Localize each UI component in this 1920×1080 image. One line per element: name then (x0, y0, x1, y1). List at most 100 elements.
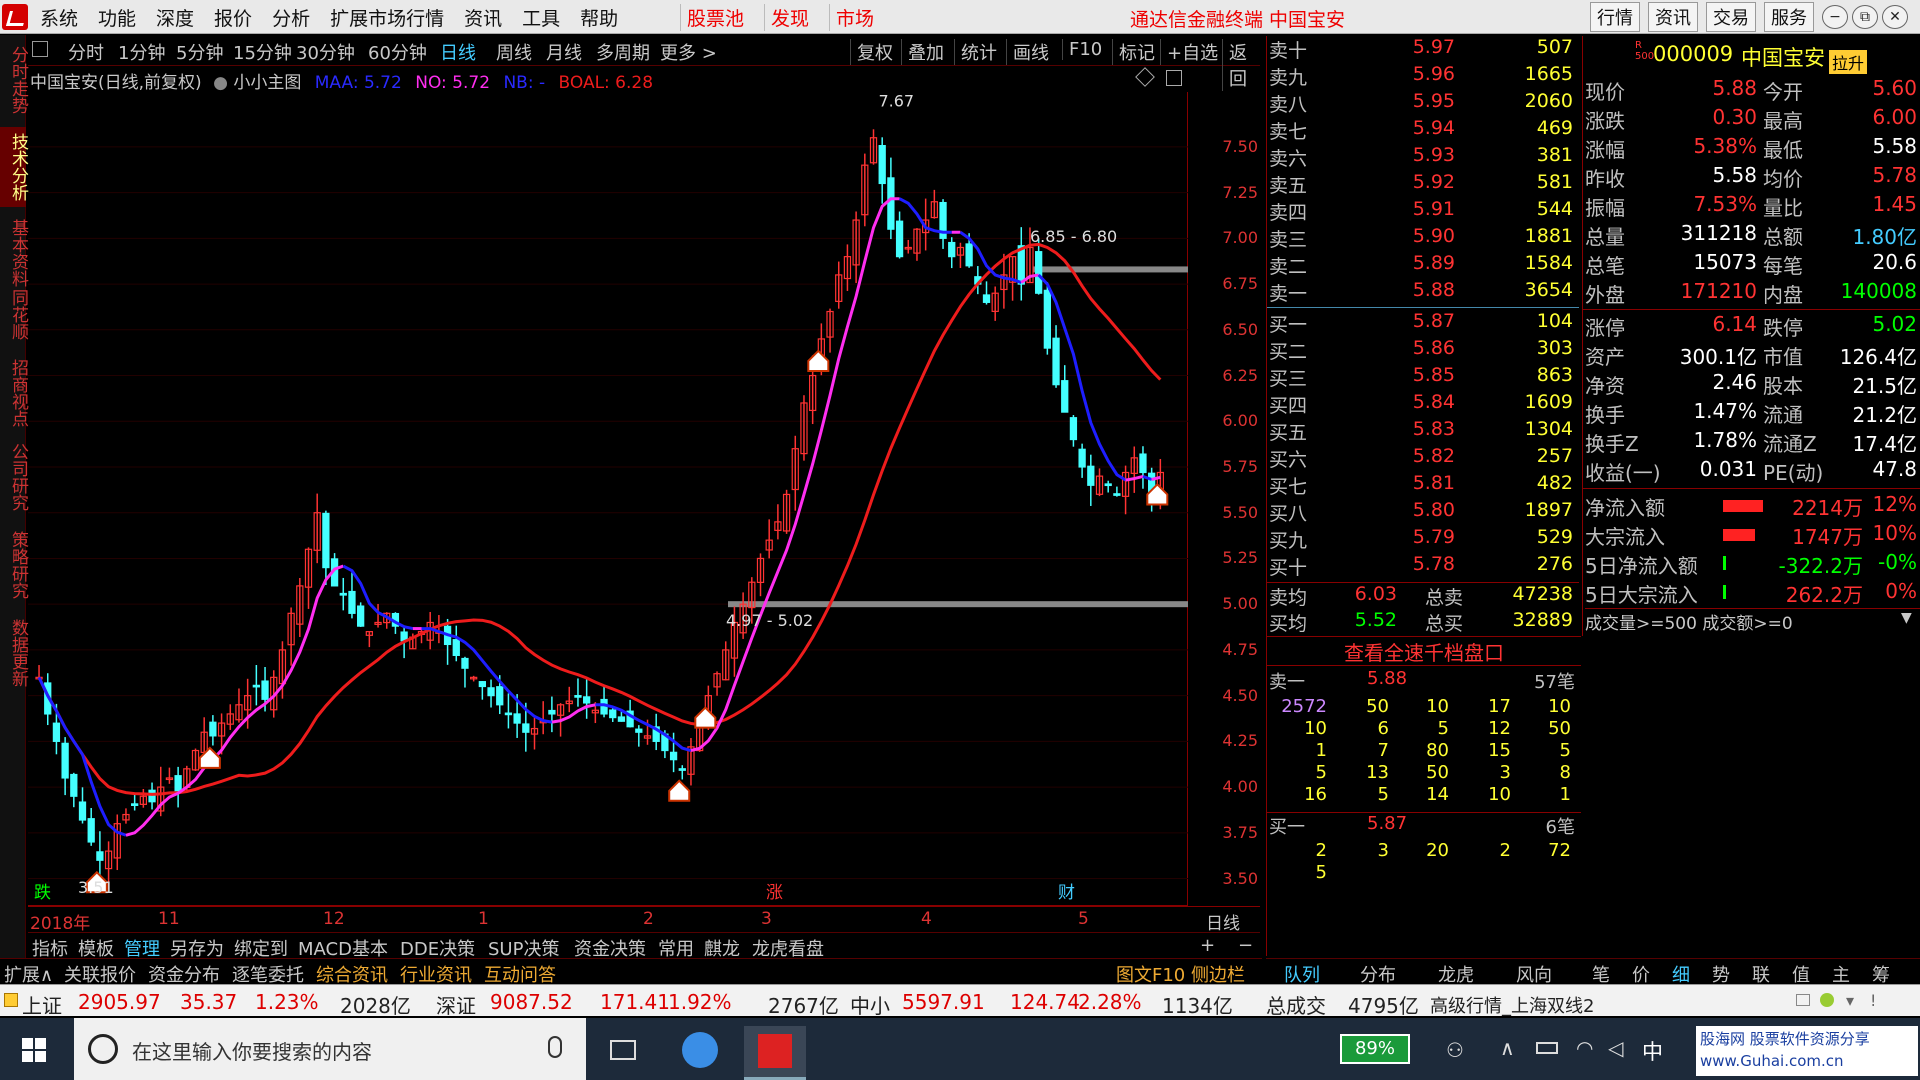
menu-item-6[interactable]: 资讯 (464, 4, 502, 31)
menu-right-0[interactable]: 行情 (1590, 2, 1640, 32)
battery-tray-icon[interactable] (1536, 1042, 1558, 1054)
bid-row-6[interactable]: 买七 5.81 482 (1267, 472, 1579, 499)
wifi-icon[interactable]: ◠ (1576, 1036, 1593, 1060)
taskbar-search[interactable]: 在这里输入你要搜索的内容 (74, 1018, 586, 1080)
sidebar-tab-timeshare[interactable]: 分时走势 (0, 39, 28, 121)
period-tab-2[interactable]: 5分钟 (176, 39, 223, 65)
ask-row-3[interactable]: 卖七 5.94 469 (1267, 117, 1579, 144)
index-menu-icon[interactable] (4, 993, 18, 1007)
bid-row-4[interactable]: 买五 5.83 1304 (1267, 418, 1579, 445)
chart-tool-4[interactable]: F10 (1062, 39, 1102, 60)
chart-tool-7[interactable]: 返回 (1222, 39, 1260, 91)
menu-item-2[interactable]: 深度 (156, 4, 194, 31)
ask-row-7[interactable]: 卖三 5.90 1881 (1267, 225, 1579, 252)
bid-row-3[interactable]: 买四 5.84 1609 (1267, 391, 1579, 418)
ime-indicator[interactable]: 中 (1642, 1036, 1663, 1066)
bid-row-9[interactable]: 买十 5.78 276 (1267, 553, 1579, 580)
menu-right-2[interactable]: 交易 (1706, 2, 1756, 32)
period-tab-3[interactable]: 15分钟 (233, 39, 292, 65)
panel-toggle-icon[interactable] (32, 41, 48, 57)
menu-highlight-1[interactable]: 发现 (764, 3, 815, 31)
ask-row-6[interactable]: 卖四 5.91 544 (1267, 198, 1579, 225)
menu-item-0[interactable]: 系统 (40, 4, 78, 31)
sidebar-tab-update[interactable]: 数据更新 (0, 613, 28, 693)
status-icon[interactable] (1820, 993, 1834, 1007)
volume-icon[interactable]: ◁ (1608, 1036, 1623, 1060)
period-tab-8[interactable]: 月线 (546, 39, 582, 65)
period-tab-0[interactable]: 分时 (68, 39, 104, 65)
menu-item-5[interactable]: 扩展市场行情 (330, 4, 444, 31)
sz-label[interactable]: 深证 (436, 990, 476, 1019)
filter-dropdown-icon[interactable]: ▼ (1901, 610, 1912, 626)
full-depth-link[interactable]: 查看全速千档盘口 (1267, 636, 1581, 666)
sidebar-tab-technical[interactable]: 技术分析 (0, 127, 28, 207)
chart-tool-5[interactable]: 标记 (1112, 39, 1155, 65)
ask-row-4[interactable]: 卖六 5.93 381 (1267, 144, 1579, 171)
window-split-icon[interactable] (1166, 70, 1182, 86)
server-name[interactable]: 高级行情_上海双线2 (1430, 992, 1594, 1018)
period-tab-4[interactable]: 30分钟 (296, 39, 355, 65)
bid-row-1[interactable]: 买二 5.86 303 (1267, 337, 1579, 364)
zoom-in-icon[interactable]: + (1200, 935, 1215, 956)
menu-item-3[interactable]: 报价 (214, 4, 252, 31)
sidebar-tab-company[interactable]: 公司研究 (0, 437, 28, 517)
close-icon[interactable]: ✕ (1882, 5, 1908, 29)
volume-filter[interactable]: 成交量>=500 成交额>=0 (1585, 608, 1920, 634)
indicator-name[interactable]: 小小主图 (233, 73, 301, 93)
zoom-out-icon[interactable]: − (1238, 935, 1253, 956)
sidebar-tab-ths[interactable]: 同花顺 (0, 279, 28, 349)
bid-row-0[interactable]: 买一 5.87 104 (1267, 310, 1579, 337)
menu-right-1[interactable]: 资讯 (1648, 2, 1698, 32)
alert-icon[interactable]: ! (1870, 991, 1876, 1010)
bid-row-5[interactable]: 买六 5.82 257 (1267, 445, 1579, 472)
menu-right-3[interactable]: 服务 (1764, 2, 1814, 32)
ask-row-2[interactable]: 卖八 5.95 2060 (1267, 90, 1579, 117)
chart-tool-3[interactable]: 画线 (1006, 39, 1049, 65)
microphone-icon[interactable] (548, 1036, 562, 1058)
chart-tool-6[interactable]: +自选 (1160, 39, 1218, 65)
menu-highlight-0[interactable]: 股票池 (680, 3, 750, 31)
sidebar-tab-strategy[interactable]: 策略研究 (0, 525, 28, 605)
bid-row-7[interactable]: 买八 5.80 1897 (1267, 499, 1579, 526)
chart-tool-1[interactable]: 叠加 (901, 39, 944, 65)
menu-item-4[interactable]: 分析 (272, 4, 310, 31)
period-tab-6[interactable]: 日线 (440, 39, 476, 65)
people-icon[interactable]: ⚇ (1446, 1038, 1464, 1062)
signal-icon[interactable]: ▾ (1846, 991, 1854, 1010)
ask-row-5[interactable]: 卖五 5.92 581 (1267, 171, 1579, 198)
maximize-icon[interactable]: ⧉ (1852, 5, 1878, 29)
minimize-icon[interactable]: − (1822, 5, 1848, 29)
bid-row-2[interactable]: 买三 5.85 863 (1267, 364, 1579, 391)
ask-row-9[interactable]: 卖一 5.88 3654 (1267, 279, 1579, 306)
cortana-icon[interactable] (88, 1034, 118, 1064)
app-browser-icon[interactable] (682, 1032, 718, 1068)
task-view-icon[interactable] (610, 1040, 636, 1060)
chart-tool-0[interactable]: 复权 (850, 39, 893, 65)
tray-expand-icon[interactable]: ∧ (1500, 1036, 1515, 1060)
period-tab-9[interactable]: 多周期 (596, 39, 650, 65)
period-tab-1[interactable]: 1分钟 (118, 39, 165, 65)
battery-indicator[interactable]: 89% (1340, 1034, 1410, 1064)
window-icon[interactable] (1796, 994, 1810, 1006)
menu-item-1[interactable]: 功能 (98, 4, 136, 31)
menu-highlight-2[interactable]: 市场 (829, 3, 880, 31)
period-tab-5[interactable]: 60分钟 (368, 39, 427, 65)
kline-chart[interactable]: 7.67 3.51 6.85 - 6.80 4.97 - 5.02 跌 涨 财 (28, 92, 1188, 906)
period-tab-7[interactable]: 周线 (496, 39, 532, 65)
tdx-taskbar-button[interactable] (744, 1026, 806, 1080)
chart-tool-2[interactable]: 统计 (954, 39, 997, 65)
sidebar-tab-zs[interactable]: 招商视点 (0, 353, 28, 433)
diamond-icon[interactable] (1135, 67, 1155, 87)
zx-label[interactable]: 中小 (850, 990, 890, 1019)
period-tab-10[interactable]: 更多 > (660, 39, 717, 65)
kline-svg[interactable]: 7.67 3.51 6.85 - 6.80 4.97 - 5.02 跌 涨 财 (28, 92, 1188, 906)
menu-item-8[interactable]: 帮助 (580, 4, 618, 31)
sh-label[interactable]: 上证 (22, 990, 62, 1019)
indicator-dropdown-icon[interactable]: ● (213, 73, 228, 93)
menu-item-7[interactable]: 工具 (522, 4, 560, 31)
windows-start-icon[interactable] (22, 1038, 46, 1062)
bid-row-8[interactable]: 买九 5.79 529 (1267, 526, 1579, 553)
search-placeholder[interactable]: 在这里输入你要搜索的内容 (132, 1036, 372, 1065)
ask-row-0[interactable]: 卖十 5.97 507 (1267, 36, 1579, 63)
ask-row-8[interactable]: 卖二 5.89 1584 (1267, 252, 1579, 279)
